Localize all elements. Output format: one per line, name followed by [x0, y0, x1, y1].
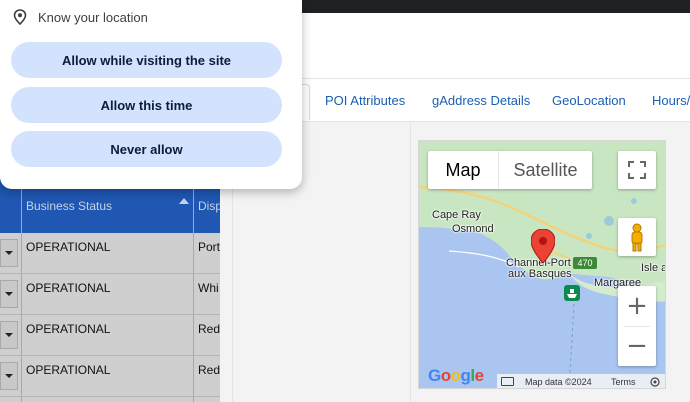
map-label-osmond: Osmond [452, 223, 494, 235]
cell-business-status: OPERATIONAL [26, 240, 111, 254]
map-type-control: Map Satellite [428, 151, 592, 189]
fullscreen-button[interactable] [618, 151, 656, 189]
panel-divider [410, 122, 411, 402]
column-header-display[interactable]: Disp [198, 199, 220, 213]
row-dropdown-button[interactable] [0, 321, 18, 349]
sort-ascending-icon[interactable] [179, 198, 189, 204]
row-dropdown-button[interactable] [0, 239, 18, 267]
cell-display: Port [198, 240, 220, 254]
route-shield: 470 [573, 257, 597, 269]
map-label-cape-ray: Cape Ray [432, 209, 481, 221]
allow-while-visiting-button[interactable]: Allow while visiting the site [11, 42, 282, 78]
keyboard-shortcuts-icon[interactable] [501, 377, 514, 386]
allow-this-time-button[interactable]: Allow this time [11, 87, 282, 123]
map-type-satellite-button[interactable]: Satellite [498, 151, 592, 189]
tab-hours[interactable]: Hours/S [652, 93, 690, 108]
cell-display: Red [198, 322, 220, 336]
map-attribution: Map data ©2024 Terms [497, 374, 665, 388]
table-row[interactable]: OPERATIONAL Port [0, 233, 220, 274]
tab-geolocation[interactable]: GeoLocation [552, 93, 626, 108]
map-type-map-button[interactable]: Map [428, 151, 498, 189]
tab-poi-attributes[interactable]: POI Attributes [325, 93, 405, 108]
street-view-button[interactable] [618, 218, 656, 256]
cell-business-status: OPERATIONAL [26, 363, 111, 377]
cell-business-status: OPERATIONAL [26, 281, 111, 295]
zoom-out-button[interactable]: − [618, 326, 656, 366]
pegman-icon [631, 223, 643, 252]
location-permission-popup: Know your location Allow while visiting … [0, 0, 302, 189]
ferry-terminal-icon[interactable] [564, 285, 580, 301]
popup-title: Know your location [38, 10, 148, 25]
location-pin-icon [13, 9, 27, 25]
table-row[interactable]: OPERATIONAL Red [0, 315, 220, 356]
cell-business-status: OPERATIONAL [26, 322, 111, 336]
row-dropdown-button[interactable] [0, 280, 18, 308]
terms-link[interactable]: Terms [611, 377, 636, 387]
map-label-aux-basques: aux Basques [508, 268, 572, 280]
report-error-icon[interactable] [650, 377, 660, 387]
results-table: Business Status Disp OPERATIONAL Port OP… [0, 178, 220, 402]
never-allow-button[interactable]: Never allow [11, 131, 282, 167]
tab-gaddress-details[interactable]: gAddress Details [432, 93, 530, 108]
cell-display: Whi [198, 281, 219, 295]
cell-display: Red [198, 363, 220, 377]
location-marker-icon[interactable] [531, 229, 555, 263]
row-dropdown-button[interactable] [0, 362, 18, 390]
map-data-label: Map data ©2024 [525, 377, 592, 387]
table-row[interactable]: OPERATIONAL Red [0, 356, 220, 397]
table-row[interactable]: OPERATIONAL Whi [0, 274, 220, 315]
fullscreen-icon [628, 161, 646, 179]
zoom-in-button[interactable]: + [618, 286, 656, 326]
zoom-control: + − [618, 286, 656, 366]
map-view[interactable]: Cape Ray Osmond Channel-Port aux Basques… [418, 140, 666, 389]
map-label-isle: Isle a [641, 262, 666, 274]
google-logo: Google [428, 366, 484, 385]
column-header-business-status[interactable]: Business Status [26, 199, 112, 213]
